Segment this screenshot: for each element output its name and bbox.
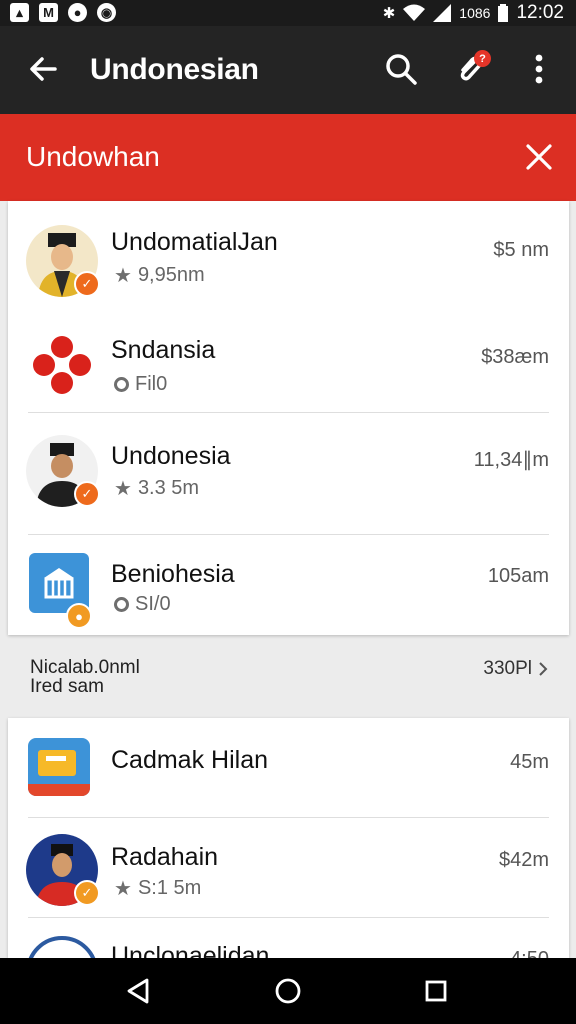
item-subtitle: ★ 3.3 5m — [114, 477, 200, 500]
star-icon: ★ — [114, 265, 132, 287]
circle-icon — [114, 377, 129, 392]
image-icon: ▴ — [10, 3, 29, 22]
signal-icon — [433, 4, 452, 22]
chevron-right-icon — [539, 662, 548, 676]
arrow-back-icon — [30, 57, 57, 81]
item-subtitle: ★ 9,95nm — [114, 264, 205, 287]
app-toolbar: Undonesian ? — [0, 26, 576, 114]
bluetooth-icon: ✱ — [382, 5, 396, 22]
avatar: ✓ — [26, 834, 100, 906]
item-subtitle: Fil0 — [114, 373, 167, 396]
item-time: $42m — [498, 849, 549, 871]
nav-home-button[interactable] — [268, 971, 308, 1011]
back-button[interactable] — [20, 46, 66, 92]
avatar: ✓ — [26, 435, 100, 507]
more-vert-icon — [535, 54, 543, 84]
building-icon — [44, 568, 74, 599]
avatar — [26, 738, 98, 810]
item-subtitle: ★ S:1 5m — [114, 877, 202, 900]
section-meta: 330Pl — [483, 658, 548, 680]
item-time: $5 nm — [493, 239, 549, 261]
battery-icon — [498, 4, 509, 22]
item-title: Radahain — [111, 843, 219, 871]
mail-icon: M — [39, 3, 58, 22]
item-time: $38æm — [481, 346, 549, 368]
conversation-card: ✓ UndomatialJan ★ 9,95nm $5 nm Sndansia F… — [8, 201, 569, 635]
list-item[interactable]: ✓ Radahain ★ S:1 5m $42m — [8, 818, 569, 918]
item-title: UndomatialJan — [111, 228, 278, 256]
item-time: 45m — [510, 751, 549, 773]
star-icon: ★ — [114, 878, 132, 900]
square-recents-icon — [425, 980, 447, 1002]
item-time: 105am — [487, 565, 549, 587]
star-icon: ★ — [114, 478, 132, 500]
navigation-bar — [0, 958, 576, 1024]
list-item[interactable]: Unclonaelidan 4:50 — [8, 918, 569, 958]
item-time: 4:50 — [510, 948, 549, 958]
overflow-menu-button[interactable] — [516, 46, 562, 92]
list-item[interactable]: Cadmak Hilan 45m — [8, 718, 569, 818]
item-title: Undonesia — [111, 442, 231, 470]
page-title: Undonesian — [90, 53, 259, 86]
search-icon — [386, 54, 417, 85]
section-subtitle: Ired sam — [30, 676, 104, 697]
notification-badge: ? — [474, 50, 491, 67]
nav-recents-button[interactable] — [416, 971, 456, 1011]
system-icons: ✱ 1086 12:02 — [383, 2, 564, 24]
attachment-button[interactable]: ? — [447, 46, 493, 92]
check-badge-icon: ✓ — [74, 271, 100, 297]
avatar — [26, 936, 98, 958]
item-subtitle: SI/0 — [114, 593, 171, 616]
avatar: ● — [26, 553, 98, 629]
messenger-icon: ● — [68, 3, 87, 22]
wifi-icon — [403, 4, 426, 21]
circle-icon — [114, 597, 129, 612]
search-button[interactable] — [378, 46, 424, 92]
close-icon — [526, 144, 552, 170]
sync-icon: ◉ — [97, 3, 116, 22]
list-item[interactable]: ✓ UndomatialJan ★ 9,95nm $5 nm — [8, 201, 569, 307]
circle-home-icon — [275, 978, 301, 1004]
status-bar: ▴ M ● ◉ ✱ 1086 12:02 — [0, 0, 576, 26]
check-badge-icon: ✓ — [74, 481, 100, 507]
banner-text: Undowhan — [26, 141, 160, 172]
avatar: ✓ — [26, 225, 100, 297]
item-time: 11,34∥m — [473, 449, 549, 471]
badge-icon: ● — [66, 603, 92, 629]
item-title: Sndansia — [111, 336, 216, 364]
banner-close-button[interactable] — [516, 134, 562, 180]
app-logo-icon — [33, 336, 91, 394]
battery-text: 1086 — [459, 5, 491, 21]
conversation-card: Cadmak Hilan 45m ✓ Radahain ★ S:1 5m $42m… — [8, 718, 569, 958]
list-item[interactable]: Sndansia Fil0 $38æm — [8, 307, 569, 413]
list-item[interactable]: ● Beniohesia SI/0 105am — [8, 535, 569, 635]
avatar — [26, 329, 98, 401]
item-title: Beniohesia — [111, 560, 235, 588]
item-title: Unclonaelidan — [111, 942, 270, 958]
triangle-back-icon — [127, 978, 149, 1004]
item-title: Cadmak Hilan — [111, 746, 269, 774]
list-item[interactable]: ✓ Undonesia ★ 3.3 5m 11,34∥m — [8, 413, 569, 535]
check-badge-icon: ✓ — [74, 880, 100, 906]
section-header[interactable]: Nicalab.0nml Ired sam 330Pl — [0, 645, 576, 709]
clock: 12:02 — [516, 2, 564, 23]
nav-back-button[interactable] — [118, 971, 158, 1011]
notification-icons: ▴ M ● ◉ — [10, 3, 116, 22]
alert-banner: Undowhan — [0, 114, 576, 201]
